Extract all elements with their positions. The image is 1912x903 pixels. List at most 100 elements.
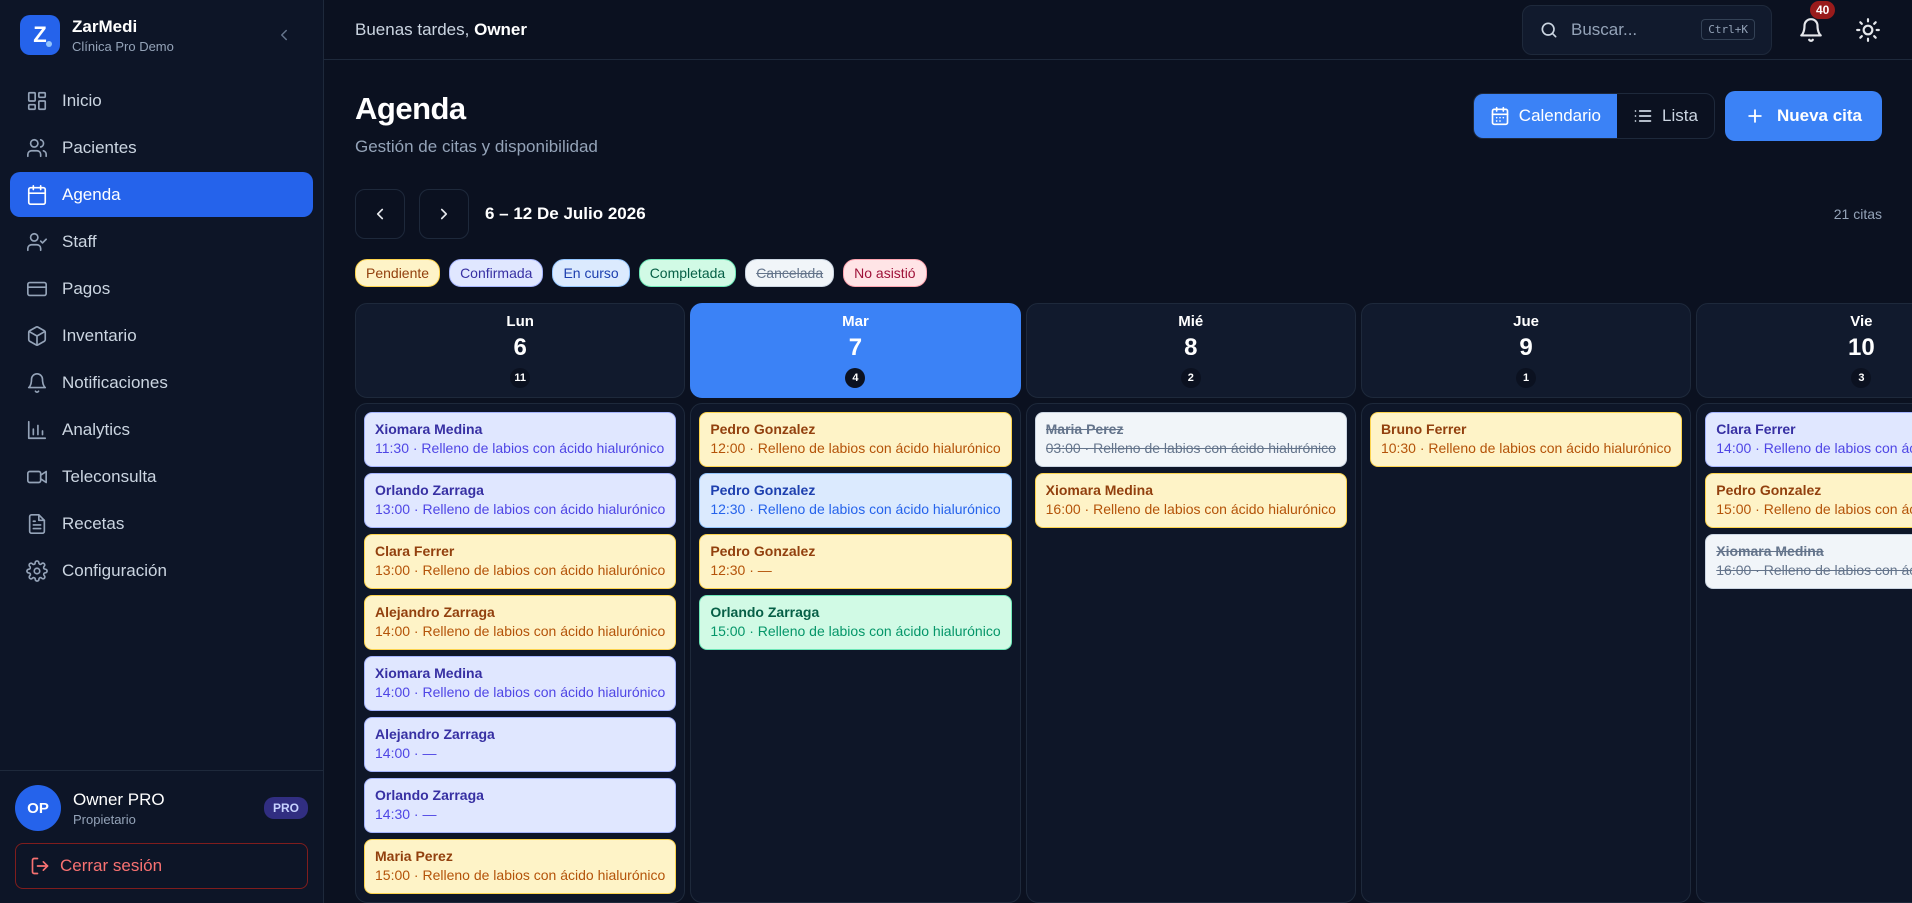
appointment-detail: 10:30 · Relleno de labios con ácido hial… bbox=[1380, 440, 1672, 456]
day-header[interactable]: Mar 7 4 bbox=[690, 303, 1021, 398]
new-appointment-button[interactable]: Nueva cita bbox=[1724, 91, 1882, 141]
appointment-detail: 15:00 · Relleno de labios con ácido hial… bbox=[710, 623, 1001, 639]
sidebar-item-teleconsulta[interactable]: Teleconsulta bbox=[10, 454, 313, 499]
next-week-button[interactable] bbox=[419, 189, 469, 239]
day-header[interactable]: Vie 10 3 bbox=[1696, 303, 1912, 398]
greeting-name: Owner bbox=[474, 19, 527, 39]
plan-badge: PRO bbox=[263, 797, 308, 819]
day-header[interactable]: Mié 8 2 bbox=[1025, 303, 1356, 398]
bell-icon bbox=[27, 372, 47, 393]
appointment-card[interactable]: Maria Perez 15:00 · Relleno de labios con… bbox=[364, 839, 677, 894]
agenda-content: Agenda Gestión de citas y disponibilidad… bbox=[324, 60, 1912, 903]
appointment-card[interactable]: Pedro Gonzalez 12:00 · Relleno de labios … bbox=[699, 412, 1012, 467]
appointment-patient: Clara Ferrer bbox=[1716, 421, 1796, 437]
sidebar-footer: OP Owner PRO Propietario PRO Cerrar sesi… bbox=[0, 770, 323, 903]
brand-text: ZarMedi Clínica Pro Demo bbox=[72, 17, 174, 54]
day-column: Bruno Ferrer 10:30 · Relleno de labios co… bbox=[1360, 403, 1692, 903]
appointment-card[interactable]: Maria Perez 03:00 · Relleno de labios con… bbox=[1034, 412, 1347, 467]
sidebar-item-recetas[interactable]: Recetas bbox=[10, 501, 313, 546]
theme-toggle-button[interactable] bbox=[1854, 16, 1882, 44]
day-column: Maria Perez 03:00 · Relleno de labios con… bbox=[1025, 403, 1356, 903]
appointment-patient: Pedro Gonzalez bbox=[710, 543, 816, 559]
appointment-detail: 15:00 · Relleno de labios con ácido hial… bbox=[375, 867, 666, 883]
brand-logo: Z bbox=[20, 15, 60, 55]
grid-icon bbox=[27, 91, 47, 110]
appointment-patient: Maria Perez bbox=[1045, 421, 1124, 437]
appointment-detail: 14:00 · — bbox=[375, 745, 437, 761]
appointment-detail: 14:00 · Relleno de labios con ácido hial… bbox=[1716, 440, 1912, 456]
user-role: Propietario bbox=[73, 811, 136, 827]
calendar-icon bbox=[27, 184, 47, 205]
sidebar-item-staff[interactable]: Staff bbox=[10, 219, 313, 264]
sidebar-item-label: Inicio bbox=[62, 90, 102, 110]
appointment-detail: 12:30 · Relleno de labios con ácido hial… bbox=[710, 501, 1001, 517]
appointment-card[interactable]: Xiomara Medina 16:00 · Relleno de labios … bbox=[1705, 534, 1912, 589]
notifications-button[interactable]: 40 bbox=[1796, 0, 1836, 45]
appointment-card[interactable]: Orlando Zarraga 14:30 · — bbox=[364, 778, 677, 833]
logout-button[interactable]: Cerrar sesión bbox=[15, 843, 308, 889]
sidebar-item-analytics[interactable]: Analytics bbox=[10, 407, 313, 452]
day-column: Pedro Gonzalez 12:00 · Relleno de labios … bbox=[690, 403, 1021, 903]
sidebar-item-configuracion[interactable]: Configuración bbox=[10, 548, 313, 593]
appointment-detail: 13:00 · Relleno de labios con ácido hial… bbox=[375, 501, 666, 517]
appointment-card[interactable]: Bruno Ferrer 10:30 · Relleno de labios co… bbox=[1369, 412, 1683, 467]
appointment-patient: Xiomara Medina bbox=[1716, 543, 1824, 559]
day-name: Mar bbox=[842, 313, 869, 330]
appointment-card[interactable]: Orlando Zarraga 13:00 · Relleno de labios… bbox=[364, 473, 677, 528]
day-appointment-count: 11 bbox=[510, 368, 531, 388]
appointment-card[interactable]: Xiomara Medina 11:30 · Relleno de labios … bbox=[364, 412, 677, 467]
calendar-view-label: Calendario bbox=[1518, 106, 1602, 125]
appointment-card[interactable]: Xiomara Medina 14:00 · Relleno de labios … bbox=[364, 656, 677, 711]
sidebar-item-pacientes[interactable]: Pacientes bbox=[10, 125, 313, 170]
day-header[interactable]: Jue 9 1 bbox=[1360, 303, 1692, 398]
previous-week-button[interactable] bbox=[355, 189, 405, 239]
appointment-patient: Xiomara Medina bbox=[1045, 482, 1153, 498]
main: Buenas tardes, Owner Buscar... Ctrl+K 40… bbox=[324, 0, 1912, 903]
day-header[interactable]: Lun 6 11 bbox=[355, 303, 686, 398]
search-input[interactable]: Buscar... Ctrl+K bbox=[1522, 4, 1772, 55]
header-actions: Calendario Lista Nueva cita bbox=[1472, 91, 1882, 141]
week-calendar-grid: Lun611Mar74Mié82Jue91Vie103Sáb11Dom12Xio… bbox=[355, 303, 1912, 903]
appointment-card[interactable]: Alejandro Zarraga 14:00 · Relleno de labi… bbox=[364, 595, 677, 650]
appointment-detail: 14:30 · — bbox=[375, 806, 437, 822]
appointment-card[interactable]: Xiomara Medina 16:00 · Relleno de labios … bbox=[1034, 473, 1347, 528]
sidebar-item-inventario[interactable]: Inventario bbox=[10, 313, 313, 358]
new-appointment-label: Nueva cita bbox=[1776, 106, 1862, 125]
greeting-prefix: Buenas tardes, bbox=[355, 19, 470, 39]
sidebar-item-pagos[interactable]: Pagos bbox=[10, 266, 313, 311]
appointment-card[interactable]: Pedro Gonzalez 15:00 · Relleno de labios … bbox=[1705, 473, 1912, 528]
appointment-card[interactable]: Clara Ferrer 13:00 · Relleno de labios co… bbox=[364, 534, 677, 589]
user-info: Owner PRO Propietario bbox=[73, 790, 252, 827]
collapse-sidebar-button[interactable] bbox=[273, 24, 295, 46]
bell-icon bbox=[1800, 17, 1822, 42]
status-chip-noasistio: No asistió bbox=[843, 259, 927, 287]
list-view-button[interactable]: Lista bbox=[1617, 94, 1714, 138]
credit-card-icon bbox=[27, 281, 47, 296]
chevron-right-icon bbox=[440, 208, 448, 220]
appointments-total: 21 citas bbox=[1833, 206, 1882, 222]
sidebar-item-agenda[interactable]: Agenda bbox=[10, 172, 313, 217]
calendar-view-button[interactable]: Calendario bbox=[1473, 94, 1618, 138]
appointment-patient: Orlando Zarraga bbox=[375, 787, 484, 803]
sidebar-item-label: Staff bbox=[62, 231, 97, 251]
appointment-detail: 14:00 · Relleno de labios con ácido hial… bbox=[375, 684, 666, 700]
sidebar-item-label: Pagos bbox=[62, 278, 111, 298]
appointment-card[interactable]: Orlando Zarraga 15:00 · Relleno de labios… bbox=[699, 595, 1012, 650]
appointment-card[interactable]: Pedro Gonzalez 12:30 · Relleno de labios … bbox=[699, 473, 1012, 528]
sidebar-item-notificaciones[interactable]: Notificaciones bbox=[10, 360, 313, 405]
appointment-card[interactable]: Pedro Gonzalez 12:30 · — bbox=[699, 534, 1012, 589]
brand-name: ZarMedi bbox=[72, 16, 138, 36]
day-name: Mié bbox=[1178, 313, 1204, 330]
appointment-patient: Clara Ferrer bbox=[375, 543, 455, 559]
sidebar-nav: Inicio Pacientes Agenda Staff Pagos Inventari… bbox=[0, 70, 323, 601]
day-number: 10 bbox=[1848, 334, 1875, 361]
appointment-card[interactable]: Clara Ferrer 14:00 · Relleno de labios co… bbox=[1705, 412, 1912, 467]
appointment-card[interactable]: Alejandro Zarraga 14:00 · — bbox=[364, 717, 677, 772]
page-header: Agenda Gestión de citas y disponibilidad… bbox=[355, 91, 1882, 157]
view-toggle: Calendario Lista bbox=[1472, 93, 1715, 139]
sidebar-item-inicio[interactable]: Inicio bbox=[10, 78, 313, 123]
appointment-detail: 12:00 · Relleno de labios con ácido hial… bbox=[710, 440, 1001, 456]
appointment-patient: Xiomara Medina bbox=[375, 421, 483, 437]
user-profile[interactable]: OP Owner PRO Propietario PRO bbox=[15, 785, 308, 831]
page-title: Agenda bbox=[355, 91, 466, 126]
